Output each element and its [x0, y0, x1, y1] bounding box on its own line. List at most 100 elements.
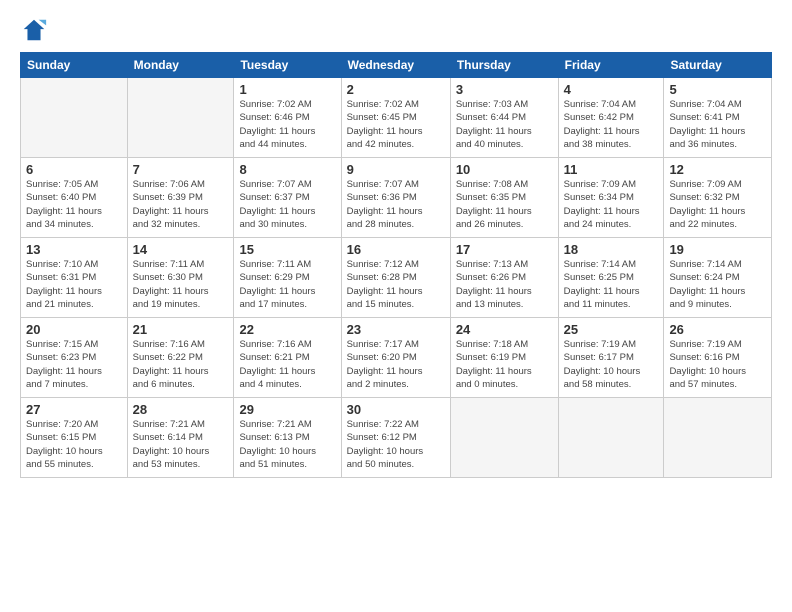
day-cell: 11Sunrise: 7:09 AMSunset: 6:34 PMDayligh…	[558, 158, 664, 238]
sunrise-text: Sunrise: 7:19 AM	[669, 338, 766, 351]
day-number: 9	[347, 162, 445, 177]
sunset-text: Sunset: 6:40 PM	[26, 191, 122, 204]
day-detail: Sunrise: 7:02 AMSunset: 6:46 PMDaylight:…	[239, 98, 335, 151]
day-detail: Sunrise: 7:22 AMSunset: 6:12 PMDaylight:…	[347, 418, 445, 471]
sunrise-text: Sunrise: 7:17 AM	[347, 338, 445, 351]
daylight-text: Daylight: 11 hoursand 17 minutes.	[239, 285, 335, 312]
day-detail: Sunrise: 7:21 AMSunset: 6:13 PMDaylight:…	[239, 418, 335, 471]
day-cell: 5Sunrise: 7:04 AMSunset: 6:41 PMDaylight…	[664, 78, 772, 158]
week-row-3: 13Sunrise: 7:10 AMSunset: 6:31 PMDayligh…	[21, 238, 772, 318]
daylight-text: Daylight: 11 hoursand 7 minutes.	[26, 365, 122, 392]
day-cell: 16Sunrise: 7:12 AMSunset: 6:28 PMDayligh…	[341, 238, 450, 318]
day-cell: 22Sunrise: 7:16 AMSunset: 6:21 PMDayligh…	[234, 318, 341, 398]
daylight-text: Daylight: 11 hoursand 0 minutes.	[456, 365, 553, 392]
sunrise-text: Sunrise: 7:07 AM	[347, 178, 445, 191]
daylight-text: Daylight: 10 hoursand 51 minutes.	[239, 445, 335, 472]
sunset-text: Sunset: 6:34 PM	[564, 191, 659, 204]
day-cell: 3Sunrise: 7:03 AMSunset: 6:44 PMDaylight…	[450, 78, 558, 158]
sunset-text: Sunset: 6:26 PM	[456, 271, 553, 284]
logo	[20, 16, 52, 44]
sunset-text: Sunset: 6:42 PM	[564, 111, 659, 124]
sunrise-text: Sunrise: 7:10 AM	[26, 258, 122, 271]
daylight-text: Daylight: 10 hoursand 55 minutes.	[26, 445, 122, 472]
day-cell	[450, 398, 558, 478]
day-number: 30	[347, 402, 445, 417]
day-cell: 1Sunrise: 7:02 AMSunset: 6:46 PMDaylight…	[234, 78, 341, 158]
daylight-text: Daylight: 11 hoursand 24 minutes.	[564, 205, 659, 232]
daylight-text: Daylight: 11 hoursand 42 minutes.	[347, 125, 445, 152]
sunset-text: Sunset: 6:32 PM	[669, 191, 766, 204]
week-row-4: 20Sunrise: 7:15 AMSunset: 6:23 PMDayligh…	[21, 318, 772, 398]
sunset-text: Sunset: 6:28 PM	[347, 271, 445, 284]
day-number: 14	[133, 242, 229, 257]
day-cell: 25Sunrise: 7:19 AMSunset: 6:17 PMDayligh…	[558, 318, 664, 398]
sunset-text: Sunset: 6:25 PM	[564, 271, 659, 284]
day-cell: 10Sunrise: 7:08 AMSunset: 6:35 PMDayligh…	[450, 158, 558, 238]
sunrise-text: Sunrise: 7:02 AM	[347, 98, 445, 111]
sunset-text: Sunset: 6:15 PM	[26, 431, 122, 444]
day-number: 29	[239, 402, 335, 417]
week-row-5: 27Sunrise: 7:20 AMSunset: 6:15 PMDayligh…	[21, 398, 772, 478]
day-cell: 27Sunrise: 7:20 AMSunset: 6:15 PMDayligh…	[21, 398, 128, 478]
weekday-thursday: Thursday	[450, 53, 558, 78]
day-cell: 24Sunrise: 7:18 AMSunset: 6:19 PMDayligh…	[450, 318, 558, 398]
daylight-text: Daylight: 11 hoursand 34 minutes.	[26, 205, 122, 232]
sunrise-text: Sunrise: 7:21 AM	[133, 418, 229, 431]
day-cell: 18Sunrise: 7:14 AMSunset: 6:25 PMDayligh…	[558, 238, 664, 318]
sunset-text: Sunset: 6:20 PM	[347, 351, 445, 364]
day-detail: Sunrise: 7:09 AMSunset: 6:32 PMDaylight:…	[669, 178, 766, 231]
day-cell: 29Sunrise: 7:21 AMSunset: 6:13 PMDayligh…	[234, 398, 341, 478]
sunset-text: Sunset: 6:36 PM	[347, 191, 445, 204]
sunrise-text: Sunrise: 7:22 AM	[347, 418, 445, 431]
day-detail: Sunrise: 7:19 AMSunset: 6:16 PMDaylight:…	[669, 338, 766, 391]
day-number: 28	[133, 402, 229, 417]
sunrise-text: Sunrise: 7:05 AM	[26, 178, 122, 191]
sunset-text: Sunset: 6:23 PM	[26, 351, 122, 364]
day-detail: Sunrise: 7:14 AMSunset: 6:25 PMDaylight:…	[564, 258, 659, 311]
day-number: 22	[239, 322, 335, 337]
day-detail: Sunrise: 7:04 AMSunset: 6:42 PMDaylight:…	[564, 98, 659, 151]
day-number: 21	[133, 322, 229, 337]
day-cell: 14Sunrise: 7:11 AMSunset: 6:30 PMDayligh…	[127, 238, 234, 318]
sunrise-text: Sunrise: 7:12 AM	[347, 258, 445, 271]
day-detail: Sunrise: 7:14 AMSunset: 6:24 PMDaylight:…	[669, 258, 766, 311]
day-cell: 20Sunrise: 7:15 AMSunset: 6:23 PMDayligh…	[21, 318, 128, 398]
sunset-text: Sunset: 6:30 PM	[133, 271, 229, 284]
day-cell: 28Sunrise: 7:21 AMSunset: 6:14 PMDayligh…	[127, 398, 234, 478]
sunrise-text: Sunrise: 7:21 AM	[239, 418, 335, 431]
day-number: 5	[669, 82, 766, 97]
daylight-text: Daylight: 11 hoursand 21 minutes.	[26, 285, 122, 312]
day-number: 15	[239, 242, 335, 257]
day-cell: 21Sunrise: 7:16 AMSunset: 6:22 PMDayligh…	[127, 318, 234, 398]
day-cell: 2Sunrise: 7:02 AMSunset: 6:45 PMDaylight…	[341, 78, 450, 158]
sunrise-text: Sunrise: 7:03 AM	[456, 98, 553, 111]
day-number: 7	[133, 162, 229, 177]
sunset-text: Sunset: 6:41 PM	[669, 111, 766, 124]
day-number: 26	[669, 322, 766, 337]
header	[20, 16, 772, 44]
day-detail: Sunrise: 7:13 AMSunset: 6:26 PMDaylight:…	[456, 258, 553, 311]
day-detail: Sunrise: 7:02 AMSunset: 6:45 PMDaylight:…	[347, 98, 445, 151]
sunrise-text: Sunrise: 7:09 AM	[669, 178, 766, 191]
sunset-text: Sunset: 6:39 PM	[133, 191, 229, 204]
sunrise-text: Sunrise: 7:11 AM	[239, 258, 335, 271]
day-cell: 23Sunrise: 7:17 AMSunset: 6:20 PMDayligh…	[341, 318, 450, 398]
day-cell	[21, 78, 128, 158]
day-detail: Sunrise: 7:10 AMSunset: 6:31 PMDaylight:…	[26, 258, 122, 311]
day-cell: 8Sunrise: 7:07 AMSunset: 6:37 PMDaylight…	[234, 158, 341, 238]
logo-icon	[20, 16, 48, 44]
day-cell: 15Sunrise: 7:11 AMSunset: 6:29 PMDayligh…	[234, 238, 341, 318]
day-detail: Sunrise: 7:15 AMSunset: 6:23 PMDaylight:…	[26, 338, 122, 391]
daylight-text: Daylight: 11 hoursand 28 minutes.	[347, 205, 445, 232]
sunrise-text: Sunrise: 7:18 AM	[456, 338, 553, 351]
day-detail: Sunrise: 7:11 AMSunset: 6:29 PMDaylight:…	[239, 258, 335, 311]
daylight-text: Daylight: 11 hoursand 13 minutes.	[456, 285, 553, 312]
day-detail: Sunrise: 7:07 AMSunset: 6:36 PMDaylight:…	[347, 178, 445, 231]
day-number: 12	[669, 162, 766, 177]
daylight-text: Daylight: 11 hoursand 9 minutes.	[669, 285, 766, 312]
sunrise-text: Sunrise: 7:19 AM	[564, 338, 659, 351]
day-cell: 4Sunrise: 7:04 AMSunset: 6:42 PMDaylight…	[558, 78, 664, 158]
daylight-text: Daylight: 11 hoursand 22 minutes.	[669, 205, 766, 232]
sunset-text: Sunset: 6:22 PM	[133, 351, 229, 364]
day-number: 8	[239, 162, 335, 177]
